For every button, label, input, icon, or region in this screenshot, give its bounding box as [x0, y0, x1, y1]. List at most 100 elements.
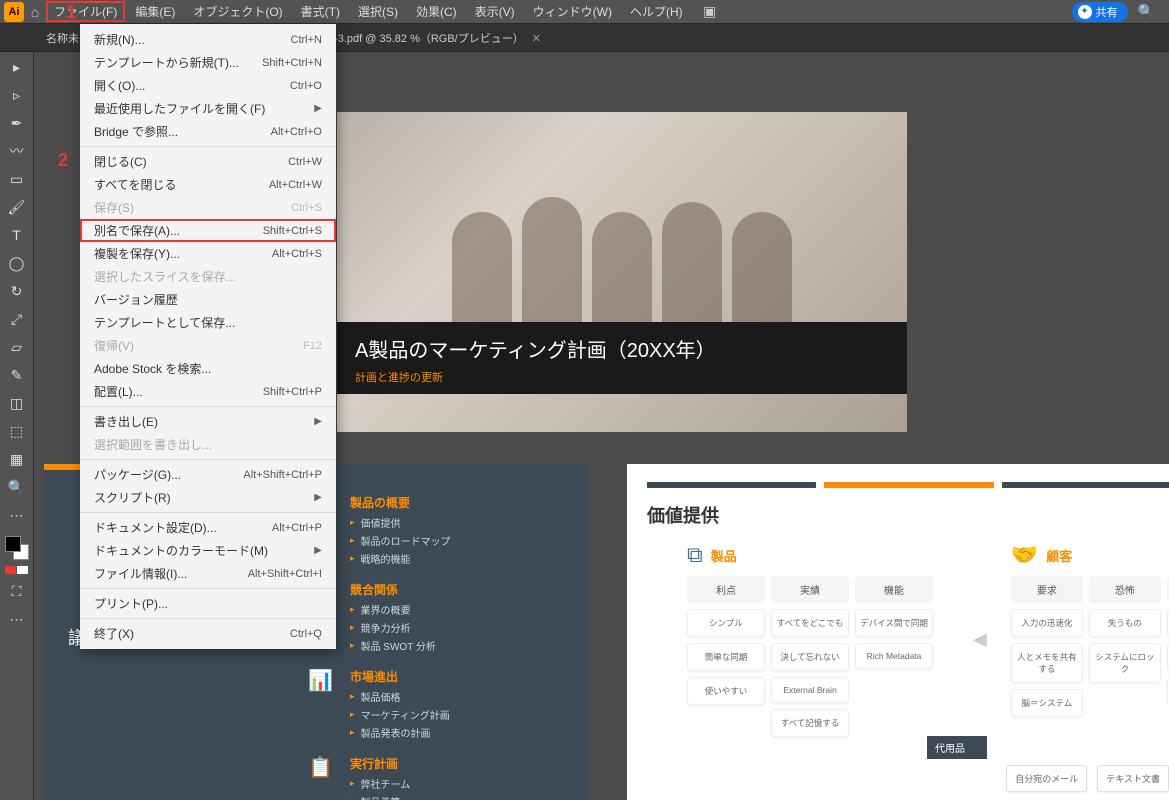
rotate-tool[interactable]: ↻ — [5, 280, 29, 302]
scale-tool[interactable]: ⤢ — [5, 308, 29, 330]
box-icon: ⧉ — [687, 542, 703, 568]
menu-item[interactable]: ドキュメント設定(D)...Alt+Ctrl+P — [80, 516, 336, 539]
selection-tool[interactable]: ▸ — [5, 56, 29, 78]
home-icon[interactable]: ⌂ — [26, 4, 44, 20]
menubar: Ai ⌂ ファイル(F) 編集(E) オブジェクト(O) 書式(T) 選択(S)… — [0, 0, 1169, 24]
arrange-icon[interactable]: ▣ — [701, 3, 719, 20]
menu-item-label: パッケージ(G)... — [94, 466, 181, 483]
menu-item-label: ドキュメントのカラーモード(M) — [94, 542, 268, 559]
card-cell: すべて記憶する — [771, 709, 849, 737]
card-cell: External Brain — [771, 677, 849, 703]
customer-label: 顧客 — [1046, 546, 1072, 565]
menu-item[interactable]: 閉じる(C) Ctrl+W — [80, 150, 336, 173]
menu-file[interactable]: ファイル(F) — [46, 1, 125, 22]
submenu-arrow-icon: ▶ — [314, 103, 322, 114]
edit-toolbar[interactable]: ⋯ — [5, 608, 29, 630]
share-button[interactable]: ✦共有 — [1072, 2, 1128, 22]
curvature-tool[interactable]: 〰 — [5, 140, 29, 162]
menu-item-label: Adobe Stock を検索... — [94, 360, 211, 377]
close-icon[interactable]: ✕ — [532, 32, 541, 45]
menu-item[interactable]: Adobe Stock を検索... — [80, 357, 336, 380]
menu-item[interactable]: すべてを閉じるAlt+Ctrl+W — [80, 173, 336, 196]
menu-item[interactable]: 別名で保存(A)...Shift+Ctrl+S — [80, 219, 336, 242]
menu-item[interactable]: ドキュメントのカラーモード(M)▶ — [80, 539, 336, 562]
menu-item[interactable]: Bridge で参照...Alt+Ctrl+O — [80, 120, 336, 143]
artboard-title-slide: A製品のマーケティング計画（20XX年） 計画と進捗の更新 — [337, 112, 907, 432]
color-swatch[interactable] — [5, 536, 29, 560]
menu-item-label: 閉じる(C) — [94, 153, 147, 170]
menu-item[interactable]: 最近使用したファイルを開く(F)▶ — [80, 97, 336, 120]
more-tools[interactable]: ⋯ — [5, 504, 29, 526]
slide-title: A製品のマーケティング計画（20XX年） — [355, 334, 889, 363]
eraser-tool[interactable]: ⬚ — [5, 420, 29, 442]
menu-item[interactable]: 複製を保存(Y)...Alt+Ctrl+S — [80, 242, 336, 265]
screen-mode[interactable]: ⛶ — [5, 580, 29, 602]
menu-item[interactable]: 終了(X)Ctrl+Q — [80, 622, 336, 645]
menu-window[interactable]: ウィンドウ(W) — [525, 1, 620, 22]
card-cell: デバイス間で同期 — [855, 609, 933, 637]
ellipse-tool[interactable]: ◯ — [5, 252, 29, 274]
rectangle-tool[interactable]: ▭ — [5, 168, 29, 190]
agenda-section: 📋実行計画弊社チーム製品予算進捗状況の更新次へ — [308, 755, 451, 800]
menu-item[interactable]: 配置(L)...Shift+Ctrl+P — [80, 380, 336, 403]
paintbrush-tool[interactable]: 🖌 — [5, 196, 29, 218]
menu-item[interactable]: テンプレートから新規(T)...Shift+Ctrl+N — [80, 51, 336, 74]
arrow-left-icon: ◀ — [973, 629, 987, 650]
menu-item[interactable]: スクリプト(R) ▶ — [80, 486, 336, 509]
type-tool[interactable]: T — [5, 224, 29, 246]
card-header: 利点 — [687, 576, 765, 603]
menu-item-label: 別名で保存(A)... — [94, 222, 180, 239]
menu-shortcut: Alt+Ctrl+P — [272, 522, 322, 534]
menu-type[interactable]: 書式(T) — [293, 1, 348, 22]
alt-label: 代用品 — [927, 736, 987, 759]
menu-item[interactable]: テンプレートとして保存... — [80, 311, 336, 334]
menu-view[interactable]: 表示(V) — [467, 1, 523, 22]
menu-item[interactable]: ファイル情報(I)...Alt+Shift+Ctrl+I — [80, 562, 336, 585]
agenda-item: マーケティング計画 — [350, 707, 450, 722]
menu-item[interactable]: 書き出し(E)▶ — [80, 410, 336, 433]
menu-select[interactable]: 選択(S) — [350, 1, 406, 22]
menu-item[interactable]: パッケージ(G)... Alt+Shift+Ctrl+P — [80, 463, 336, 486]
agenda-icon: 📊 — [308, 668, 336, 696]
gradient-tool[interactable]: ◫ — [5, 392, 29, 414]
agenda-item: 製品発表の計画 — [350, 725, 450, 740]
card-header: 機能 — [855, 576, 933, 603]
direct-selection-tool[interactable]: ▹ — [5, 84, 29, 106]
menu-effect[interactable]: 効果(C) — [408, 1, 465, 22]
menu-shortcut: Ctrl+Q — [290, 628, 322, 640]
menu-shortcut: Alt+Shift+Ctrl+I — [248, 568, 322, 580]
agenda-section-title: 実行計画 — [350, 755, 431, 772]
menu-item[interactable]: 開く(O)...Ctrl+O — [80, 74, 336, 97]
menu-help[interactable]: ヘルプ(H) — [622, 1, 691, 22]
value-heading: 価値提供 — [647, 502, 1169, 528]
shape-builder-tool[interactable]: ▱ — [5, 336, 29, 358]
menu-shortcut: Ctrl+W — [288, 156, 322, 168]
menu-edit[interactable]: 編集(E) — [127, 1, 183, 22]
callout-2: 2 — [58, 150, 68, 171]
menu-shortcut: Ctrl+N — [291, 34, 322, 46]
menu-object[interactable]: オブジェクト(O) — [185, 1, 290, 22]
value-prop-columns: ⧉製品 利点シンプル簡単な同期使いやすい実績すべてをどこでも決して忘れないExt… — [687, 542, 1169, 737]
card-cell: 使いやすい — [687, 677, 765, 705]
menu-item[interactable]: バージョン履歴 — [80, 288, 336, 311]
tools-panel: ▸ ▹ ✒ 〰 ▭ 🖌 T ◯ ↻ ⤢ ▱ ✎ ◫ ⬚ ▦ 🔍 ⋯ ⛶ ⋯ — [0, 52, 34, 800]
color-mode-toggle[interactable] — [5, 566, 28, 574]
menu-item-label: 配置(L)... — [94, 383, 143, 400]
alt-item: テキスト文書 — [1097, 765, 1169, 792]
menu-item: 保存(S)Ctrl+S — [80, 196, 336, 219]
menu-shortcut: Alt+Ctrl+O — [271, 126, 322, 138]
menu-item[interactable]: プリント(P)... — [80, 592, 336, 615]
artboard-tool[interactable]: ▦ — [5, 448, 29, 470]
zoom-tool[interactable]: 🔍 — [5, 476, 29, 498]
menu-shortcut: Ctrl+O — [290, 80, 322, 92]
menu-item-label: スクリプト(R) — [94, 489, 171, 506]
alt-item: 自分宛のメール — [1006, 765, 1087, 792]
agenda-item: 価値提供 — [350, 515, 451, 530]
menu-item[interactable]: 新規(N)...Ctrl+N — [80, 28, 336, 51]
menu-shortcut: Alt+Shift+Ctrl+P — [243, 469, 322, 481]
eyedropper-tool[interactable]: ✎ — [5, 364, 29, 386]
search-icon[interactable]: 🔍 — [1138, 3, 1155, 20]
card-cell: Rich Metadata — [855, 643, 933, 669]
pen-tool[interactable]: ✒ — [5, 112, 29, 134]
submenu-arrow-icon: ▶ — [314, 492, 322, 503]
